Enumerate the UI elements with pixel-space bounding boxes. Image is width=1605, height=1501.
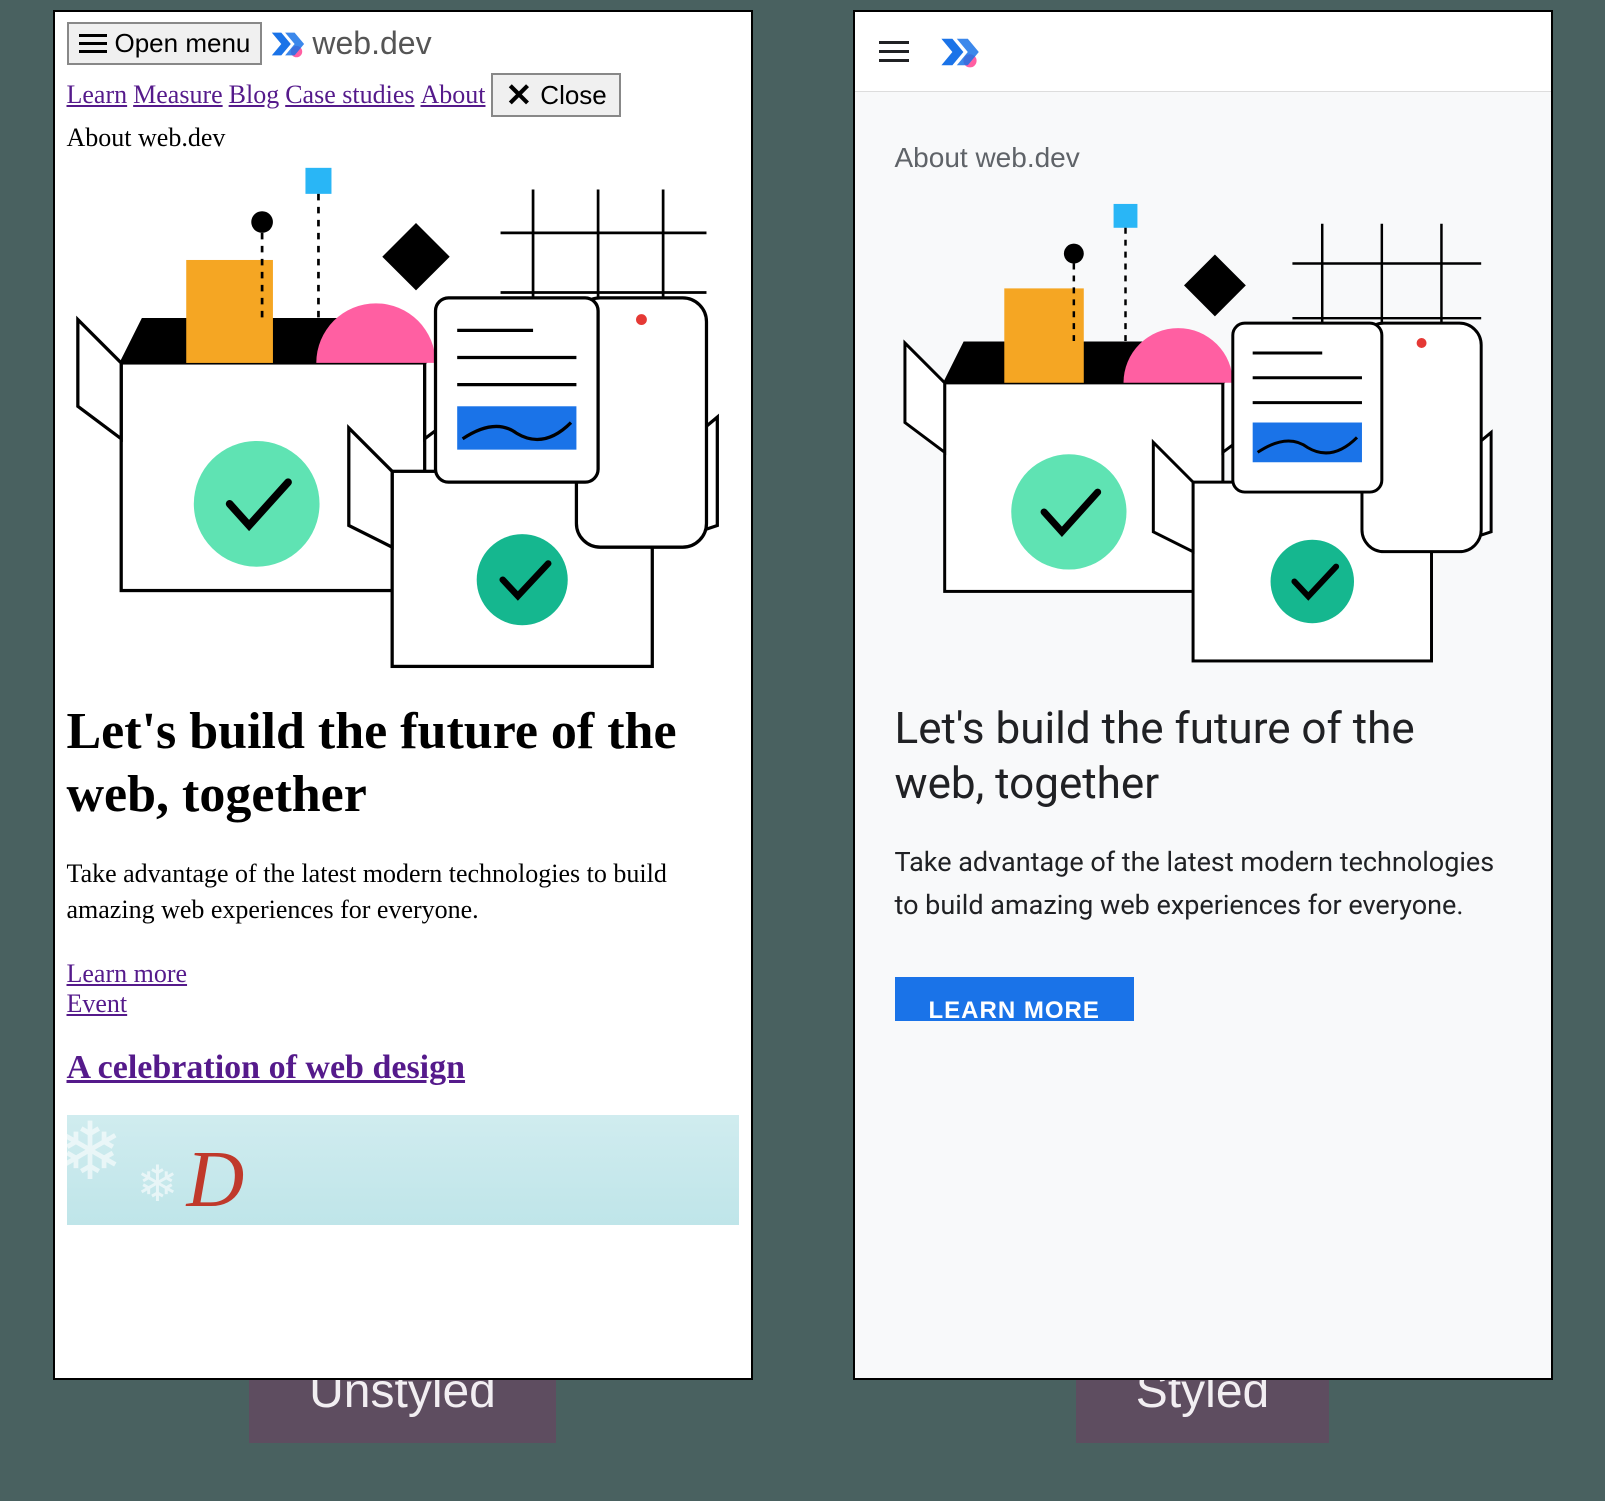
close-icon: ✕ bbox=[505, 79, 532, 111]
webdev-logo-icon[interactable] bbox=[937, 30, 981, 74]
page-subhead: Take advantage of the latest modern tech… bbox=[67, 856, 739, 929]
page-headline: Let's build the future of the web, toget… bbox=[895, 701, 1511, 811]
unstyled-topbar: Open menu web.dev bbox=[67, 22, 739, 65]
event-banner-image: ❄ ❄ D bbox=[67, 1115, 739, 1225]
hero-illustration bbox=[895, 194, 1511, 671]
close-menu-button[interactable]: ✕ Close bbox=[491, 73, 620, 117]
about-label: About web.dev bbox=[895, 142, 1511, 174]
brand-name: web.dev bbox=[312, 25, 431, 62]
nav-link-measure[interactable]: Measure bbox=[133, 80, 223, 110]
page-headline: Let's build the future of the web, toget… bbox=[67, 701, 739, 826]
nav-link-blog[interactable]: Blog bbox=[229, 80, 280, 110]
nav-link-about[interactable]: About bbox=[420, 80, 485, 110]
learn-more-link[interactable]: Learn more bbox=[67, 959, 739, 989]
webdev-logo-icon bbox=[268, 25, 306, 63]
unstyled-nav: Learn Measure Blog Case studies About ✕ … bbox=[67, 73, 739, 117]
open-menu-button[interactable]: Open menu bbox=[67, 22, 263, 65]
learn-more-button[interactable]: LEARN MORE bbox=[895, 977, 1134, 1021]
hero-illustration bbox=[67, 157, 739, 677]
styled-header bbox=[855, 12, 1551, 92]
page-subhead: Take advantage of the latest modern tech… bbox=[895, 841, 1511, 927]
close-label: Close bbox=[540, 80, 606, 111]
event-headline-link[interactable]: A celebration of web design bbox=[67, 1049, 466, 1086]
unstyled-panel: Open menu web.dev Learn Measure Blog Cas… bbox=[53, 10, 753, 1380]
hamburger-icon[interactable] bbox=[879, 35, 909, 68]
event-headline: A celebration of web design bbox=[67, 1049, 739, 1087]
event-link[interactable]: Event bbox=[67, 989, 739, 1019]
open-menu-label: Open menu bbox=[115, 28, 251, 59]
about-label: About web.dev bbox=[67, 123, 739, 153]
nav-link-learn[interactable]: Learn bbox=[67, 80, 128, 110]
styled-panel: About web.dev Let's build the future of … bbox=[853, 10, 1553, 1380]
brand-logo: web.dev bbox=[268, 25, 431, 63]
nav-link-case-studies[interactable]: Case studies bbox=[285, 80, 414, 110]
hamburger-icon bbox=[79, 29, 107, 58]
